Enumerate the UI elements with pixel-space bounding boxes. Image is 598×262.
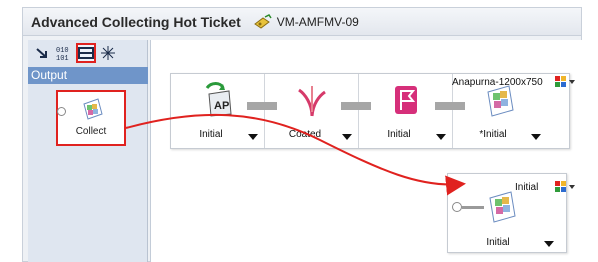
curve-icon [298,86,326,117]
step-label: Initial [387,129,411,140]
output-node-label: Initial [486,237,510,248]
collect-node[interactable]: Collect [56,90,126,146]
connector [247,102,277,110]
output-section-header: Output [28,67,148,84]
collect-label: Collect [75,126,107,137]
panel-toolbar: 010 101 [28,40,148,66]
step-import[interactable]: AP Initial [171,74,265,148]
arrow-icon[interactable] [32,43,52,63]
input-port[interactable] [57,107,66,116]
ap-import-icon: AP [205,82,232,117]
chevron-down-icon[interactable] [342,134,352,140]
title-bar: Advanced Collecting Hot Ticket VM-AMFMV-… [22,7,582,35]
binary-icon[interactable]: 010 101 [54,43,74,63]
ticket-title: Advanced Collecting Hot Ticket [31,13,241,30]
step-label: *Initial [479,129,507,140]
output-node[interactable]: Initial [447,173,567,253]
hot-ticket-icon [253,13,272,29]
device-tag: Initial [515,182,539,193]
step-flag[interactable]: Initial [359,74,453,148]
step-label: Initial [199,129,223,140]
svg-text:101: 101 [56,55,69,61]
input-port[interactable] [452,202,462,212]
svg-text:010: 010 [56,47,69,55]
color-grid-icon[interactable] [555,181,577,193]
step-label: Coated [288,129,322,140]
output-view-icon[interactable] [76,43,96,63]
connector [462,206,484,209]
output-target-icon [489,191,516,223]
flag-icon [395,86,417,114]
device-tag: Anapurna-1200x750 [452,77,543,88]
chevron-down-icon[interactable] [248,134,258,140]
ticket-id: VM-AMFMV-09 [276,14,359,29]
color-grid-icon[interactable] [555,76,577,88]
step-coating[interactable]: Coated [265,74,359,148]
sparkle-icon[interactable] [98,43,118,63]
left-panel: 010 101 Output Collect [28,40,148,262]
chevron-down-icon[interactable] [436,134,446,140]
svg-text:AP: AP [214,100,229,112]
connector [341,102,371,110]
connector [435,102,465,110]
chevron-down-icon[interactable] [531,134,541,140]
collect-output-icon [83,98,103,120]
chevron-down-icon[interactable] [544,241,554,247]
